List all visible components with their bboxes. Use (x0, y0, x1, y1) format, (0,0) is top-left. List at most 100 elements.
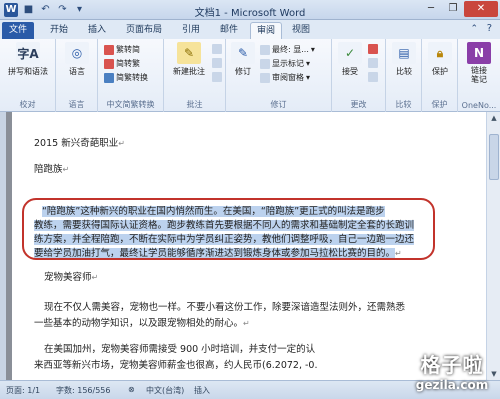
chevron-down-icon: ▾ (306, 73, 311, 82)
doc-line-pet-1[interactable]: 现在不仅人需美容，宠物也一样。不要小看这份工作，除要深谙造型法则外，还需熟悉 (44, 300, 405, 316)
status-insert-mode[interactable]: 插入 (194, 385, 210, 396)
display-review-icon (260, 44, 270, 55)
group-changes: ✓ 接受 更改 (332, 39, 386, 112)
group-label-language: 语言 (68, 100, 85, 109)
tab-mailings[interactable]: 邮件 (214, 22, 244, 39)
close-icon[interactable]: ✕ (464, 1, 498, 17)
scroll-thumb[interactable] (489, 134, 499, 180)
tab-home[interactable]: 开始 (44, 22, 74, 39)
proofing-status-icon[interactable]: ⊗ (128, 385, 135, 394)
track-changes-icon: ✎ (231, 42, 255, 64)
group-protect: 🔒︎ 保护 保护 (422, 39, 458, 112)
help-icon[interactable]: ? (487, 23, 492, 34)
accept-button[interactable]: ✓ 接受 (336, 42, 364, 77)
tab-review[interactable]: 审阅 (250, 22, 282, 39)
tab-page-layout[interactable]: 页面布局 (120, 22, 168, 39)
new-comment-icon: ✎ (177, 42, 201, 64)
review-pane-icon (260, 72, 270, 83)
prev-comment-icon (212, 58, 222, 68)
reject-button[interactable] (368, 44, 378, 54)
scroll-up-icon[interactable]: ▲ (487, 112, 500, 124)
chinese-convert-icon (104, 72, 114, 83)
title-bar: W ■ ↶ ↷ ▾ 文档1 - Microsoft Word ─ ❐ ✕ (0, 0, 500, 20)
window-controls: ─ ❐ ✕ (420, 1, 498, 17)
next-change-button[interactable] (368, 72, 378, 82)
prev-comment-button[interactable] (212, 58, 222, 68)
group-label-proofing: 校对 (19, 100, 36, 109)
next-comment-button[interactable] (212, 72, 222, 82)
language-button[interactable]: ◎ 语言 (62, 42, 92, 77)
delete-comment-button[interactable] (212, 44, 222, 54)
ribbon-tabs: 文件 开始 插入 页面布局 引用 邮件 审阅 视图 ⌃ ? (0, 20, 500, 39)
chinese-convert-button[interactable]: 简繁转换 (104, 72, 148, 83)
reject-icon (368, 44, 378, 54)
previous-change-icon (368, 58, 378, 68)
group-label-protect: 保护 (431, 100, 448, 109)
minimize-ribbon-icon[interactable]: ⌃ (470, 24, 478, 34)
document-area: 2015 新兴奇葩职业↵ 陪跑族↵ “陪跑族”这种新兴的职业在国内悄然而生。在美… (0, 112, 500, 380)
compare-icon: ▤ (392, 42, 416, 64)
tab-file[interactable]: 文件 (2, 22, 34, 39)
doc-line-heading[interactable]: 2015 新兴奇葩职业↵ (34, 136, 125, 152)
trad-to-simple-icon (104, 44, 114, 55)
document-page[interactable]: 2015 新兴奇葩职业↵ 陪跑族↵ “陪跑族”这种新兴的职业在国内悄然而生。在美… (12, 112, 486, 380)
review-pane-button[interactable]: 审阅窗格 ▾ (260, 72, 310, 83)
lock-icon: 🔒︎ (428, 42, 452, 64)
group-label-chinese: 中文简繁转换 (106, 100, 155, 109)
show-markup-button[interactable]: 显示标记 ▾ (260, 58, 310, 69)
group-tracking: ✎ 修订 最终: 显... ▾ 显示标记 ▾ 审阅窗格 ▾ 修订 (226, 39, 332, 112)
previous-change-button[interactable] (368, 58, 378, 68)
ribbon-review: 字A 拼写和语法 校对 ◎ 语言 语言 繁转简 简转繁 简繁转换 中文简繁转换 … (0, 39, 500, 112)
group-proofing: 字A 拼写和语法 校对 (0, 39, 56, 112)
status-language[interactable]: 中文(台湾) (146, 385, 184, 396)
group-label-comments: 批注 (186, 100, 203, 109)
display-for-review-select[interactable]: 最终: 显... ▾ (260, 44, 315, 55)
group-language: ◎ 语言 语言 (56, 39, 98, 112)
paragraph-mark: ↵ (118, 139, 125, 148)
group-label-tracking: 修订 (270, 100, 287, 109)
group-label-compare: 比较 (395, 100, 412, 109)
onenote-icon: N (467, 42, 491, 64)
vertical-scrollbar[interactable]: ▲ ▼ (486, 112, 500, 380)
trad-to-simple-button[interactable]: 繁转简 (104, 44, 140, 55)
compare-button[interactable]: ▤ 比较 (390, 42, 418, 77)
accept-icon: ✓ (338, 42, 362, 64)
paragraph-mark: ↵ (62, 165, 70, 174)
new-comment-button[interactable]: ✎ 新建批注 (170, 42, 208, 77)
doc-line-pet-title[interactable]: 宠物美容师↵ (44, 270, 98, 286)
highlight-annotation-box (22, 198, 435, 260)
tab-insert[interactable]: 插入 (82, 22, 112, 39)
track-changes-button[interactable]: ✎ 修订 (230, 42, 256, 77)
doc-line-pet-2[interactable]: 一些基本的动物学知识，以及跟宠物相处的耐心。↵ (34, 316, 250, 332)
show-markup-icon (260, 58, 270, 69)
chevron-down-icon: ▾ (310, 45, 315, 54)
linked-notes-button[interactable]: N 链接 笔记 (464, 42, 494, 84)
status-page[interactable]: 页面: 1/1 (6, 385, 40, 396)
group-label-onenote: OneNo... (461, 101, 497, 110)
watermark-url: gezila.com (415, 378, 489, 392)
status-word-count[interactable]: 字数: 156/556 (56, 385, 110, 396)
doc-line-pet-4[interactable]: 来西亚等新兴市场，宠物美容师薪金也很高，约人民币(6.2072, -0. (34, 358, 317, 374)
vertical-ruler (0, 112, 6, 380)
spelling-icon: 字A (16, 42, 40, 64)
paragraph-mark: ↵ (243, 319, 250, 328)
doc-line-pet-3[interactable]: 在美国加州，宠物美容师需接受 900 小时培训，并支付一定的认 (44, 342, 315, 358)
simple-to-trad-icon (104, 58, 114, 69)
restore-icon[interactable]: ❐ (442, 1, 464, 17)
tab-references[interactable]: 引用 (176, 22, 206, 39)
doc-line-subheading[interactable]: 陪跑族↵ (34, 162, 69, 178)
chevron-down-icon: ▾ (306, 59, 311, 68)
simple-to-trad-button[interactable]: 简转繁 (104, 58, 140, 69)
minimize-icon[interactable]: ─ (420, 1, 442, 17)
spelling-grammar-button[interactable]: 字A 拼写和语法 (4, 42, 52, 77)
language-icon: ◎ (65, 42, 89, 64)
group-compare: ▤ 比较 比较 (386, 39, 422, 112)
watermark-title: 格子啦 (420, 353, 484, 377)
protect-button[interactable]: 🔒︎ 保护 (426, 42, 454, 77)
delete-comment-icon (212, 44, 222, 54)
group-chinese-conversion: 繁转简 简转繁 简繁转换 中文简繁转换 (98, 39, 164, 112)
paragraph-mark: ↵ (91, 273, 99, 282)
next-change-icon (368, 72, 378, 82)
group-label-changes: 更改 (350, 100, 367, 109)
tab-view[interactable]: 视图 (286, 22, 316, 39)
